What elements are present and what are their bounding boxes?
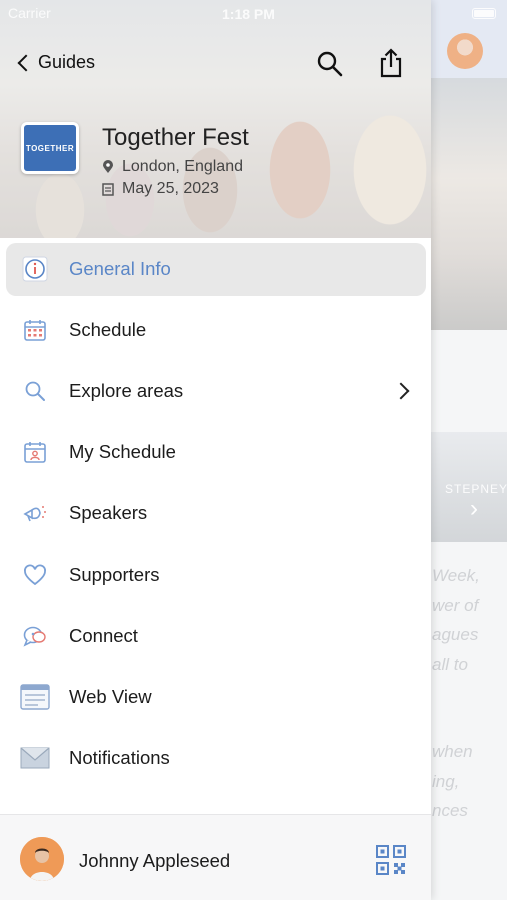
menu-item-supporters[interactable]: Supporters bbox=[0, 544, 431, 605]
back-label: Guides bbox=[38, 52, 96, 72]
event-location: London, England bbox=[102, 158, 243, 176]
menu-label-schedule: Schedule bbox=[69, 318, 147, 340]
menu-item-schedule[interactable]: Schedule bbox=[0, 299, 431, 360]
battery-icon bbox=[472, 8, 496, 19]
menu-label-notifications: Notifications bbox=[69, 747, 170, 769]
share-icon[interactable] bbox=[378, 48, 404, 78]
event-title: Together Fest bbox=[102, 124, 249, 151]
event-date: May 25, 2023 bbox=[102, 180, 219, 198]
back-button[interactable]: Guides bbox=[17, 52, 96, 73]
location-pin-icon bbox=[103, 160, 113, 173]
user-name[interactable]: Johnny Appleseed bbox=[79, 850, 230, 872]
menu-item-connect[interactable]: Connect bbox=[0, 605, 431, 666]
menu-label-explore-areas: Explore areas bbox=[69, 379, 184, 401]
menu-label-supporters: Supporters bbox=[69, 563, 160, 585]
megaphone-icon bbox=[20, 498, 50, 528]
background-paragraph-1: Week, wer of agues all to bbox=[432, 566, 480, 674]
envelope-icon bbox=[20, 743, 50, 773]
user-footer: Johnny Appleseed bbox=[0, 814, 431, 900]
menu-item-speakers[interactable]: Speakers bbox=[0, 483, 431, 544]
calendar-icon bbox=[20, 315, 50, 345]
heart-icon bbox=[20, 560, 50, 590]
info-icon bbox=[20, 254, 50, 284]
avatar[interactable] bbox=[20, 837, 64, 881]
background-avatar bbox=[447, 33, 483, 69]
side-drawer: Carrier 1:18 PM Guides TOGETHER Together… bbox=[0, 0, 431, 900]
chevron-left-icon bbox=[17, 54, 35, 71]
background-card-title: STEPNEY bbox=[445, 482, 507, 496]
menu-label-speakers: Speakers bbox=[69, 502, 148, 524]
menu-item-general-info[interactable]: General Info bbox=[0, 238, 431, 299]
menu-item-my-schedule[interactable]: My Schedule bbox=[0, 422, 431, 483]
menu-item-notifications[interactable]: Notifications bbox=[0, 728, 431, 789]
qr-code-icon[interactable] bbox=[376, 845, 406, 875]
search-icon bbox=[20, 376, 50, 406]
menu-item-explore-areas[interactable]: Explore areas bbox=[0, 360, 431, 421]
menu-label-general-info: General Info bbox=[69, 257, 171, 279]
drawer-menu: General Info Schedule Explore areas My S… bbox=[0, 238, 431, 789]
browser-window-icon bbox=[20, 682, 50, 712]
status-carrier: Carrier bbox=[8, 5, 51, 21]
background-photo bbox=[430, 78, 507, 330]
background-paragraph-2: when ing, nces bbox=[432, 742, 473, 820]
menu-label-my-schedule: My Schedule bbox=[69, 441, 176, 463]
event-logo: TOGETHER bbox=[21, 122, 79, 174]
menu-item-web-view[interactable]: Web View bbox=[0, 666, 431, 727]
menu-label-web-view: Web View bbox=[69, 685, 152, 707]
search-icon[interactable] bbox=[316, 50, 344, 78]
event-hero: Carrier 1:18 PM Guides TOGETHER Together… bbox=[0, 0, 431, 238]
chat-bubbles-icon bbox=[20, 621, 50, 651]
menu-label-connect: Connect bbox=[69, 624, 138, 646]
background-card-chevron-icon: › bbox=[470, 495, 478, 522]
status-time: 1:18 PM bbox=[222, 6, 275, 22]
chevron-right-icon bbox=[392, 382, 410, 400]
person-calendar-icon bbox=[20, 437, 50, 467]
calendar-small-icon bbox=[102, 183, 114, 196]
